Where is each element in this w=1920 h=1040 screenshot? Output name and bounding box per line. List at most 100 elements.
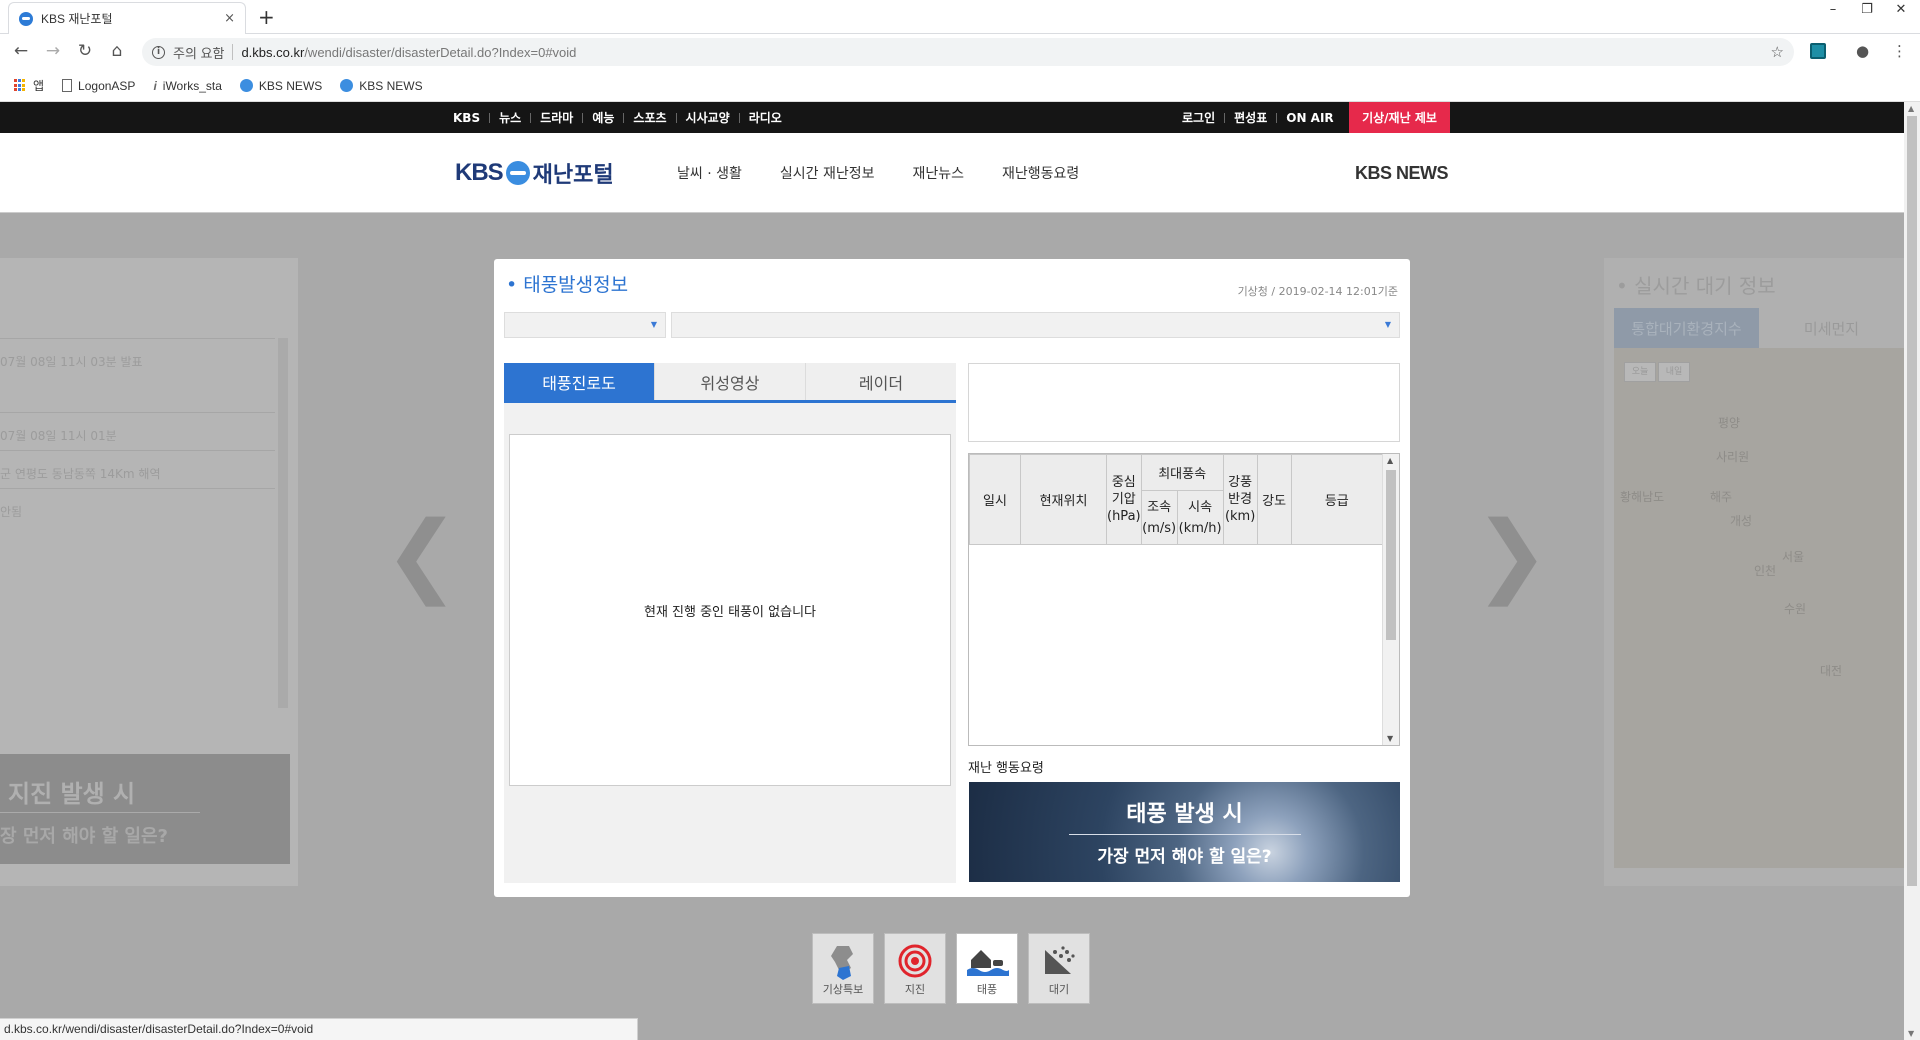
tab-fine-dust[interactable]: 미세먼지 — [1759, 308, 1904, 348]
kbs-favicon-icon — [239, 79, 253, 92]
earthquake-target-icon — [898, 944, 932, 978]
bookmark-iworks[interactable]: i iWorks_sta — [153, 79, 221, 93]
tab-title: KBS 재난포털 — [41, 12, 113, 26]
scroll-down-icon[interactable]: ▼ — [1387, 734, 1393, 743]
profile-icon[interactable]: ● — [1856, 42, 1869, 60]
page-viewport: KBS 뉴스 드라마 예능 스포츠 시사교양 라디오 로그인 편성표 ON AI… — [0, 102, 1904, 1040]
scroll-down-icon[interactable]: ▼ — [1908, 1029, 1914, 1038]
logo-name: 재난포털 — [532, 163, 614, 188]
scroll-thumb[interactable] — [1386, 470, 1396, 640]
list-item[interactable]: 07월 08일 11시 01분 — [0, 412, 275, 450]
type-typhoon-button[interactable]: 태풍 — [956, 933, 1018, 1004]
year-select[interactable]: ▼ — [504, 312, 666, 338]
scroll-up-icon[interactable]: ▲ — [1387, 456, 1393, 465]
list-item[interactable]: 07월 08일 11시 03분 발표 — [0, 338, 275, 412]
nav-disaster-news[interactable]: 재난뉴스 — [913, 163, 965, 183]
menu-icon[interactable]: ⋮ — [1892, 42, 1907, 60]
tab-integrated-air-index[interactable]: 통합대기환경지수 — [1614, 308, 1759, 348]
login-link[interactable]: 로그인 — [1182, 109, 1215, 126]
tab-radar[interactable]: 레이더 — [806, 363, 956, 400]
home-button[interactable]: ⌂ — [106, 41, 128, 61]
reload-button[interactable]: ↻ — [74, 41, 96, 61]
forward-button[interactable]: → — [42, 41, 64, 61]
list-item[interactable]: 군 연평도 동남동쪽 14Km 해역 — [0, 450, 275, 488]
minimize-button[interactable]: – — [1826, 2, 1840, 17]
close-tab-icon[interactable]: × — [224, 11, 235, 26]
restore-button[interactable]: ❐ — [1860, 2, 1874, 17]
scroll-thumb[interactable] — [1907, 116, 1917, 886]
bookmark-kbs-news-1[interactable]: KBS NEWS — [239, 79, 322, 93]
scrollbar[interactable] — [278, 338, 288, 708]
info-icon[interactable]: i — [152, 45, 165, 59]
air-quality-map[interactable]: 오늘 내일 평양 사리원 해주 황해남도 개성 서울 인천 수원 대전 — [1614, 348, 1904, 868]
bookmark-kbs-news-2[interactable]: KBS NEWS — [340, 79, 423, 93]
browser-tabstrip: KBS 재난포털 × + – ❐ ✕ — [0, 0, 1920, 34]
report-button[interactable]: 기상/재난 제보 — [1349, 102, 1450, 133]
chip-tomorrow[interactable]: 내일 — [1658, 362, 1690, 382]
next-arrow-icon[interactable]: ❯ — [1474, 502, 1549, 607]
site-logo[interactable]: KBS 재난포털 — [455, 157, 614, 189]
gnb-kbs[interactable]: KBS — [453, 111, 480, 125]
list-item[interactable]: 안됨 — [0, 488, 275, 526]
map-city: 개성 — [1730, 514, 1753, 528]
type-air-quality-button[interactable]: 대기 — [1028, 933, 1090, 1004]
kbs-news-logo[interactable]: KBS NEWS — [1355, 163, 1449, 184]
typhoon-select[interactable]: ▼ — [671, 312, 1400, 338]
col-grade: 등급 — [1290, 454, 1384, 545]
type-earthquake-button[interactable]: 지진 — [884, 933, 946, 1004]
chevron-down-icon: ▼ — [650, 320, 657, 329]
nav-weather[interactable]: 날씨 · 생활 — [677, 163, 742, 183]
bookmark-logonasp[interactable]: LogonASP — [62, 79, 135, 93]
schedule-link[interactable]: 편성표 — [1234, 109, 1267, 126]
new-tab-button[interactable]: + — [258, 5, 275, 29]
apps-grid-icon — [14, 79, 27, 92]
browser-toolbar: ← → ↻ ⌂ i 주의 요함 d.kbs.co.kr /wendi/disas… — [0, 34, 1920, 70]
typhoon-table: 일시 현재위치 중심 기압 (hPa) 최대풍속 강풍 반경 (km) 강도 등급 조속… — [968, 453, 1400, 746]
security-warning[interactable]: 주의 요함 — [173, 43, 224, 62]
scroll-up-icon[interactable]: ▲ — [1908, 104, 1914, 113]
gnb-sports[interactable]: 스포츠 — [633, 109, 666, 126]
page-scrollbar[interactable]: ▲ ▼ — [1904, 102, 1920, 1040]
bookmark-apps[interactable]: 앱 — [14, 77, 44, 94]
gnb-entertainment[interactable]: 예능 — [592, 109, 614, 126]
chevron-down-icon: ▼ — [1384, 320, 1391, 329]
chip-today[interactable]: 오늘 — [1624, 362, 1656, 382]
earthquake-banner[interactable]: 지진 발생 시 장 먼저 해야 할 일은? — [0, 754, 290, 864]
tab-typhoon-track[interactable]: 태풍진로도 — [504, 363, 655, 400]
close-window-button[interactable]: ✕ — [1894, 2, 1908, 17]
nav-guidelines[interactable]: 재난행동요령 — [1002, 163, 1079, 183]
nav-realtime[interactable]: 실시간 재난정보 — [780, 163, 875, 183]
iworks-icon: i — [153, 78, 157, 93]
type-weather-warning-button[interactable]: 기상특보 — [812, 933, 874, 1004]
type-label: 대기 — [1048, 983, 1070, 996]
url-host[interactable]: d.kbs.co.kr — [241, 45, 304, 60]
url-path[interactable]: /wendi/disaster/disasterDetail.do?Index=… — [304, 45, 576, 60]
browser-tab[interactable]: KBS 재난포털 × — [8, 2, 246, 34]
type-label: 지진 — [904, 983, 926, 996]
prev-arrow-icon[interactable]: ❮ — [384, 502, 459, 607]
map-city: 사리원 — [1716, 450, 1750, 464]
kbs-wave-icon — [505, 161, 530, 185]
divider — [0, 812, 200, 813]
banner-title: 지진 발생 시 — [8, 780, 136, 808]
back-button[interactable]: ← — [10, 41, 32, 61]
gnb-drama[interactable]: 드라마 — [540, 109, 573, 126]
tab-satellite[interactable]: 위성영상 — [655, 363, 806, 400]
gnb-radio[interactable]: 라디오 — [749, 109, 782, 126]
gnb-right-menu: 로그인 편성표 ON AIR — [1182, 102, 1334, 133]
bookmark-star-icon[interactable]: ☆ — [1771, 43, 1784, 61]
view-tabs: 태풍진로도 위성영상 레이더 — [504, 363, 956, 403]
bookmark-label: LogonASP — [78, 78, 136, 93]
on-air-link[interactable]: ON AIR — [1286, 111, 1333, 125]
bookmark-label: iWorks_sta — [162, 78, 222, 93]
typhoon-guide-banner[interactable]: 태풍 발생 시 가장 먼저 해야 할 일은? — [969, 782, 1400, 882]
air-tabs: 통합대기환경지수 미세먼지 — [1614, 308, 1904, 348]
gnb-culture[interactable]: 시사교양 — [686, 109, 730, 126]
extension-icon[interactable] — [1810, 43, 1826, 59]
col-max-wind: 최대풍속 — [1140, 454, 1224, 491]
table-scrollbar[interactable]: ▲ ▼ — [1382, 454, 1399, 745]
gnb-news[interactable]: 뉴스 — [499, 109, 521, 126]
address-bar[interactable]: i 주의 요함 d.kbs.co.kr /wendi/disaster/disa… — [142, 38, 1794, 66]
map-city: 평양 — [1718, 416, 1741, 430]
map-city: 인천 — [1754, 564, 1777, 578]
